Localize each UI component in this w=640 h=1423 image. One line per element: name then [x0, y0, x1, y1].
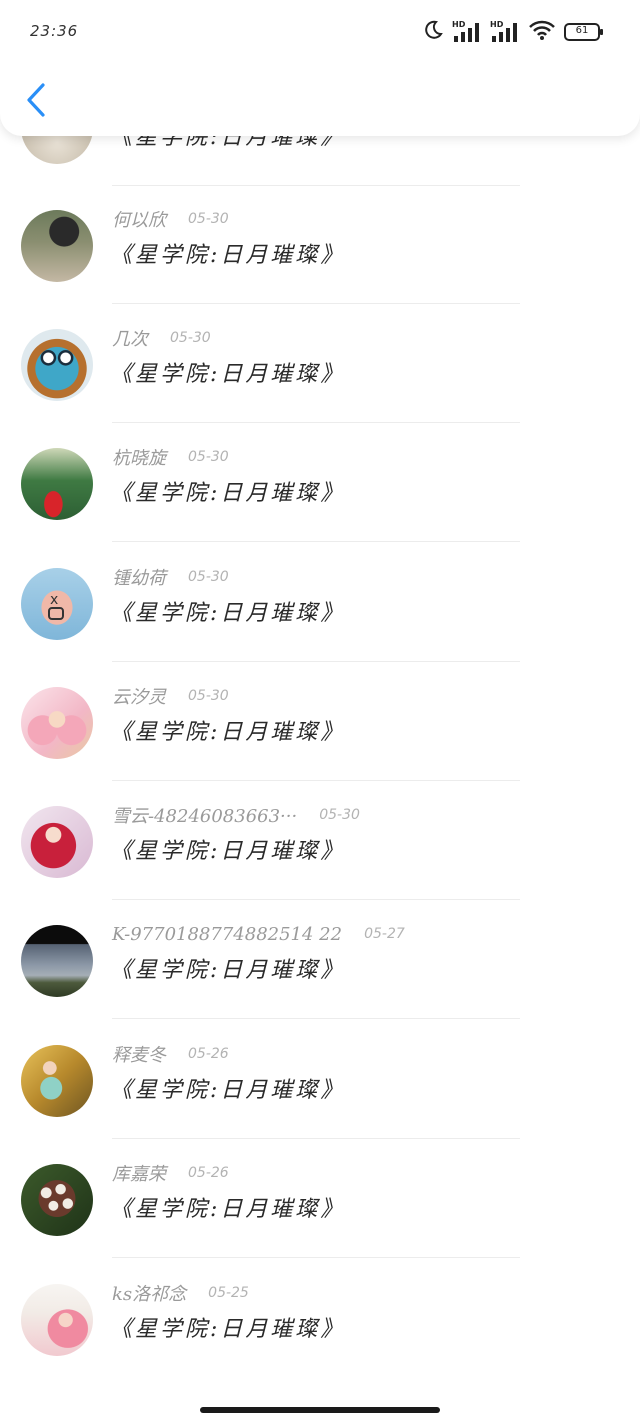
sender-name[interactable]: 库嘉荣: [112, 1160, 166, 1186]
message-date: 05-26: [188, 1165, 229, 1181]
sender-name[interactable]: 雪云-48246083663···: [112, 802, 297, 828]
message-date: 05-26: [188, 1046, 229, 1062]
list-item[interactable]: ks洛祁念 05-25 《星学院:日月璀璨》: [0, 1259, 640, 1378]
sender-name[interactable]: 杭晓旋: [112, 444, 166, 470]
message-text: 《星学院:日月璀璨》: [110, 601, 346, 626]
chevron-left-icon: [25, 82, 47, 122]
home-indicator[interactable]: [200, 1407, 440, 1413]
message-date: 05-30: [188, 569, 229, 585]
list-item[interactable]: x 锺幼荷 05-30 《星学院:日月璀璨》: [0, 543, 640, 662]
divider: [112, 1257, 520, 1258]
list-item[interactable]: 云汐灵 05-30 《星学院:日月璀璨》: [0, 662, 640, 781]
message-date: 05-27: [364, 926, 405, 942]
signal-hd-icon: HD: [452, 20, 482, 44]
message-date: 05-30: [188, 449, 229, 465]
sender-name[interactable]: 云汐灵: [112, 683, 166, 709]
top-bar: 23:36 HD HD 61: [0, 0, 640, 136]
message-text: 《星学院:日月璀璨》: [110, 839, 346, 864]
list-item[interactable]: 释麦冬 05-26 《星学院:日月璀璨》: [0, 1020, 640, 1139]
signal-hd-icon: HD: [490, 20, 520, 44]
message-date: 05-30: [188, 211, 229, 227]
list-item[interactable]: 何以欣 05-30 《星学院:日月璀璨》: [0, 185, 640, 304]
message-text: 《星学院:日月璀璨》: [110, 481, 346, 506]
finger-face-avatar: x: [21, 568, 93, 640]
sender-name[interactable]: K-9770188774882514 22: [112, 924, 342, 945]
status-icons: HD HD 61: [422, 18, 604, 46]
anime-calendar-avatar: [21, 1284, 93, 1356]
anime-red-avatar: [21, 806, 93, 878]
divider: [112, 1018, 520, 1019]
sender-name[interactable]: 几次: [112, 325, 148, 351]
list-item[interactable]: 杭晓旋 05-30 《星学院:日月璀璨》: [0, 423, 640, 542]
message-text: 《星学院:日月璀璨》: [110, 243, 346, 268]
message-date: 05-30: [188, 688, 229, 704]
svg-text:x: x: [50, 592, 58, 608]
sender-name[interactable]: 锺幼荷: [112, 564, 166, 590]
girl-bicycle-avatar: [21, 1045, 93, 1117]
graduation-avatar: [21, 448, 93, 520]
wifi-icon: [528, 18, 556, 46]
list-item[interactable]: 库嘉荣 05-26 《星学院:日月璀璨》: [0, 1139, 640, 1258]
message-text: 《星学院:日月璀璨》: [110, 720, 346, 745]
flower-avatar: [21, 1164, 93, 1236]
list-item[interactable]: K-9770188774882514 22 05-27 《星学院:日月璀璨》: [0, 900, 640, 1019]
message-date: 05-25: [208, 1285, 249, 1301]
message-text: 《星学院:日月璀璨》: [110, 1197, 346, 1222]
sender-name[interactable]: ks洛祁念: [112, 1280, 186, 1306]
message-text: 《星学院:日月璀璨》: [110, 1317, 346, 1342]
message-text: 《星学院:日月璀璨》: [110, 1078, 346, 1103]
sender-name[interactable]: 释麦冬: [112, 1041, 166, 1067]
girl-photo-avatar: [21, 210, 93, 282]
status-time: 23:36: [30, 22, 79, 40]
divider: [112, 541, 520, 542]
owl-avatar: [21, 329, 93, 401]
moon-icon: [422, 19, 444, 45]
sky-landscape-avatar: [21, 925, 93, 997]
message-date: 05-30: [319, 807, 360, 823]
anime-pink-avatar: [21, 687, 93, 759]
sender-name[interactable]: 何以欣: [112, 206, 166, 232]
list-item[interactable]: 雪云-48246083663··· 05-30 《星学院:日月璀璨》: [0, 781, 640, 900]
list-item[interactable]: 几次 05-30 《星学院:日月璀璨》: [0, 304, 640, 423]
message-date: 05-30: [170, 330, 211, 346]
battery-icon: 61: [564, 23, 604, 41]
message-text: 《星学院:日月璀璨》: [110, 362, 346, 387]
message-text: 《星学院:日月璀璨》: [110, 958, 346, 983]
back-button[interactable]: [18, 80, 54, 124]
